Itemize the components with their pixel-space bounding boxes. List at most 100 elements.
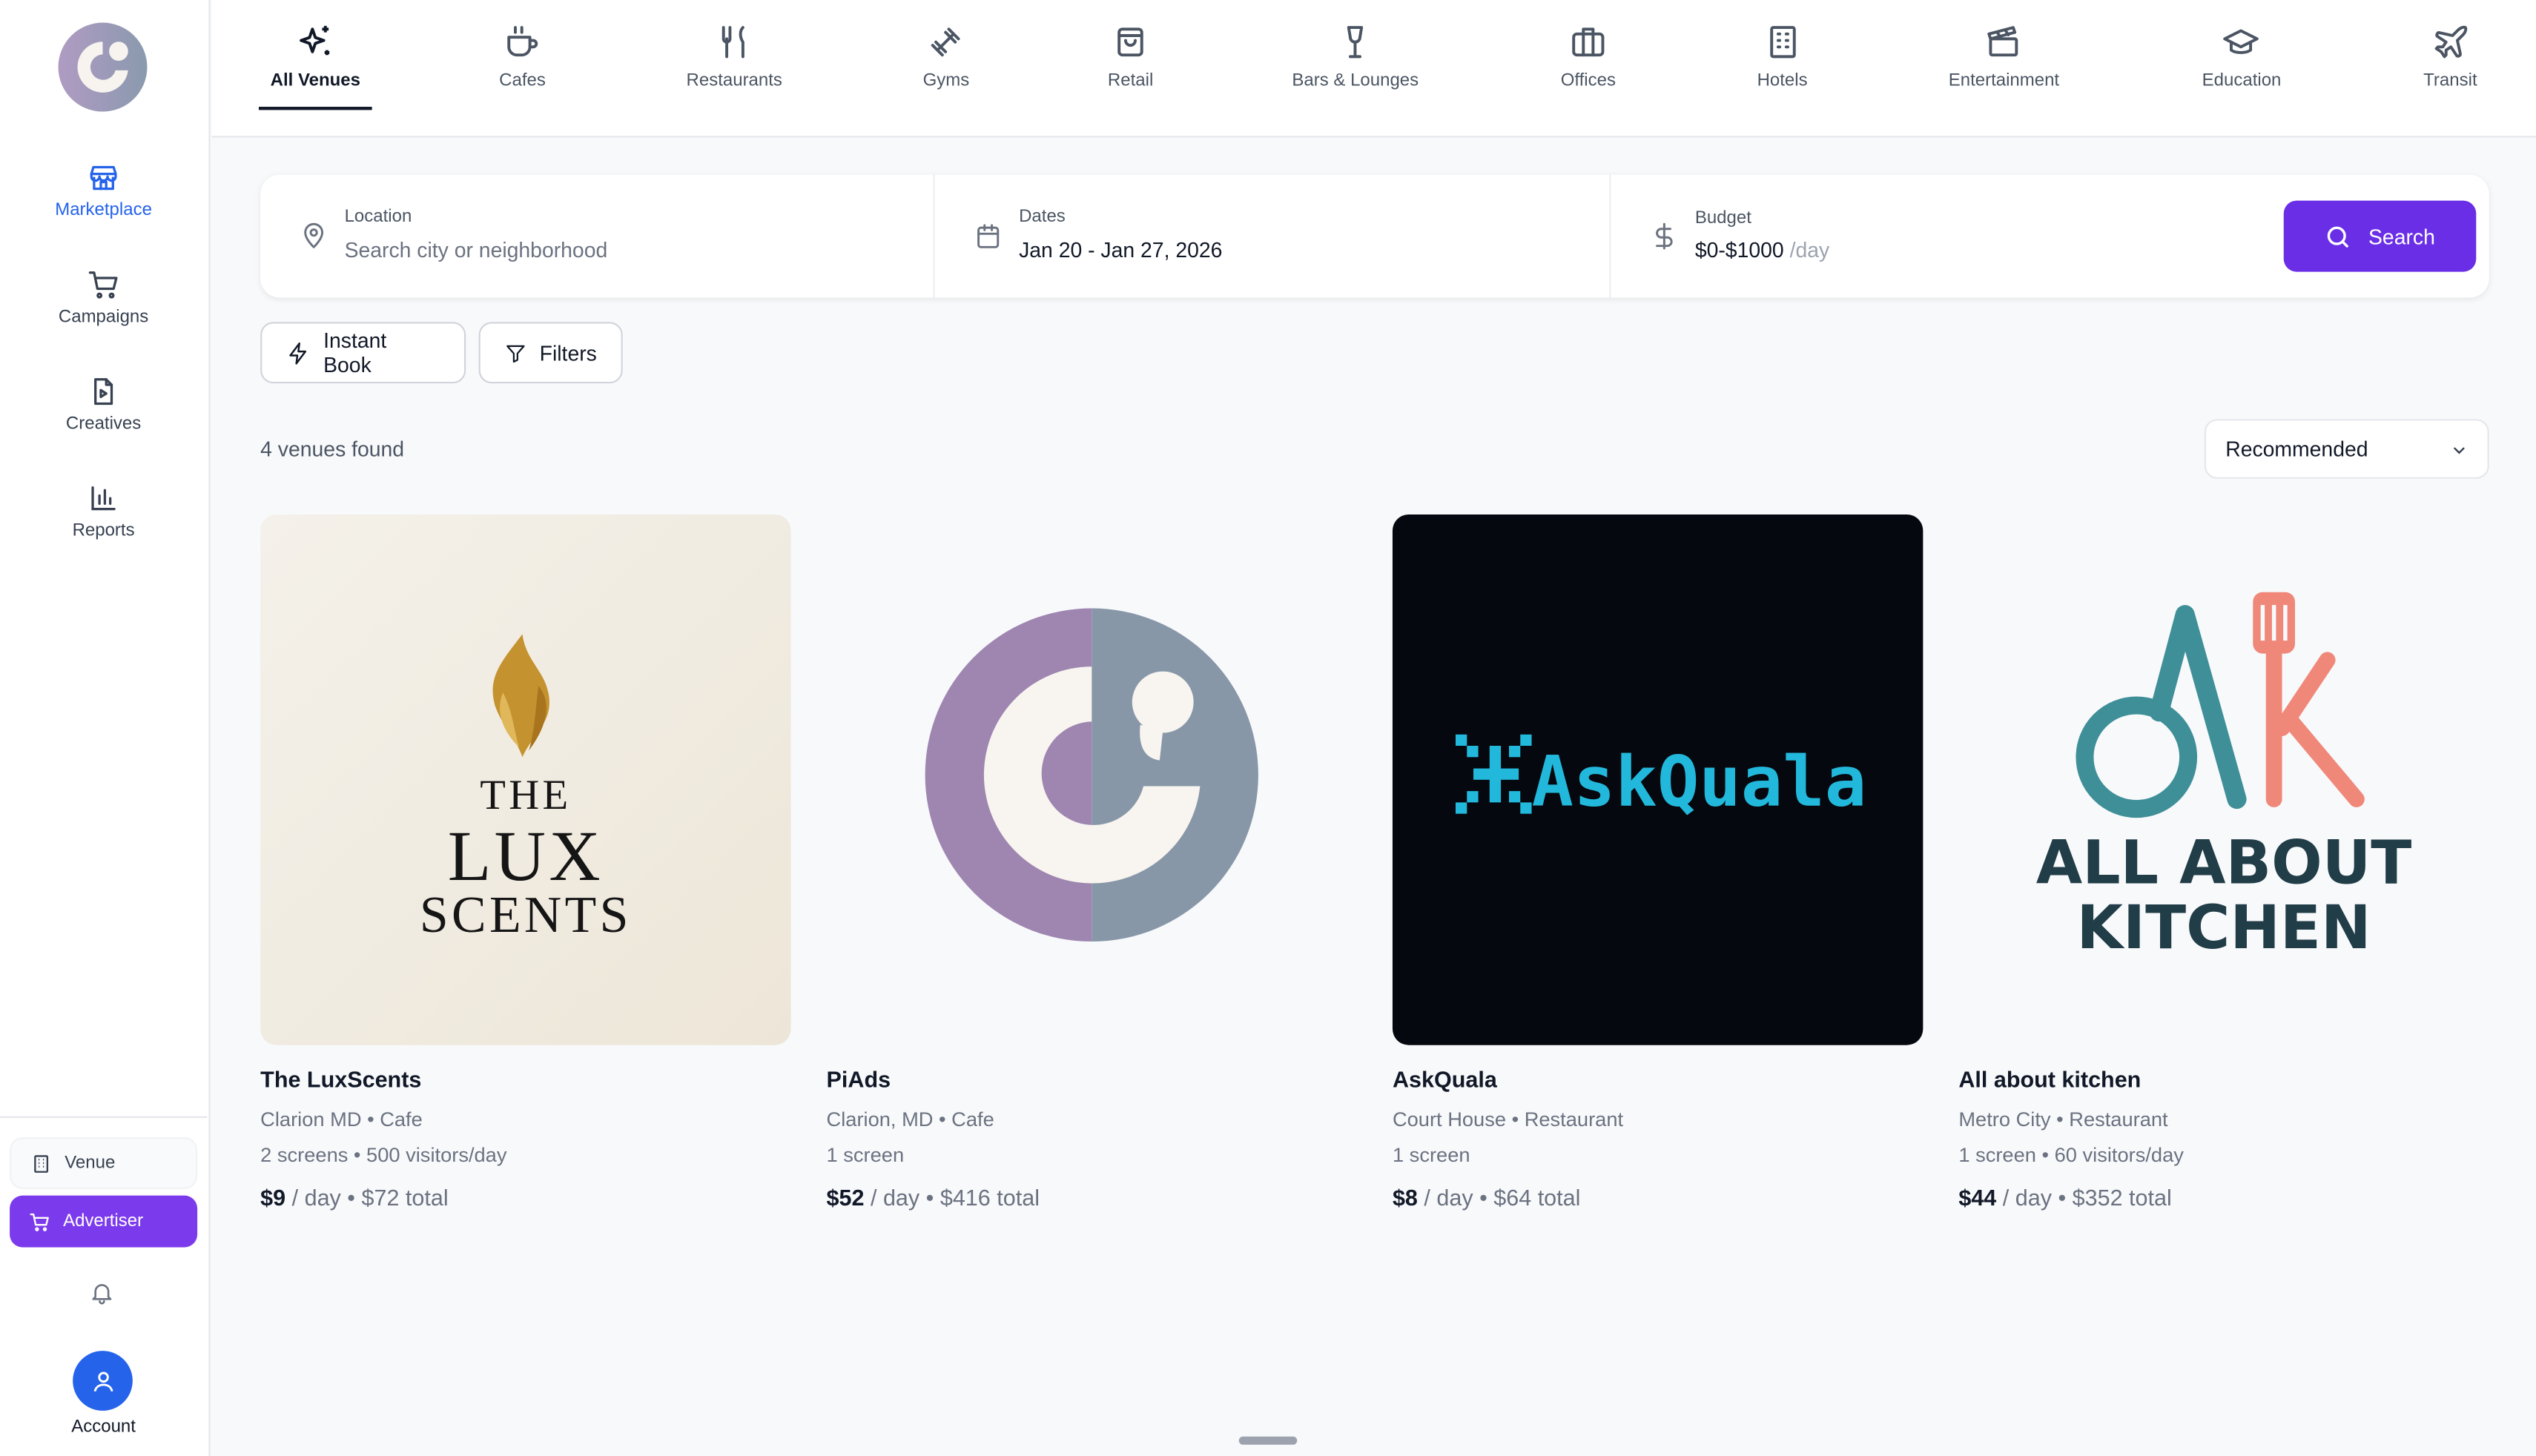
sidebar-item-marketplace[interactable]: Marketplace: [0, 162, 207, 220]
venue-location: Clarion MD • Cafe: [260, 1108, 423, 1131]
map-pin-icon: [304, 222, 324, 248]
building-icon: [1769, 26, 1795, 59]
all-about-kitchen-logo: ALL ABOUT KITCHEN: [2036, 592, 2412, 963]
tab-label: Cafes: [499, 71, 546, 91]
logo-text-line1: ALL ABOUT: [2036, 828, 2412, 898]
venue-name[interactable]: AskQuala: [1393, 1066, 1497, 1092]
location-input[interactable]: Search city or neighborhood: [345, 238, 608, 262]
search-button-label: Search: [2368, 224, 2435, 248]
logo-text-scents: SCENTS: [420, 887, 632, 944]
price-per-day: $44: [1958, 1184, 1997, 1211]
venue-name[interactable]: PiAds: [827, 1066, 891, 1092]
app-logo[interactable]: [58, 22, 148, 112]
tab-gyms[interactable]: Gyms: [922, 23, 970, 91]
tab-retail[interactable]: Retail: [1107, 23, 1154, 91]
account-label: Account: [71, 1417, 136, 1437]
venue-stats: 1 screen • 60 visitors/day: [1958, 1143, 2184, 1167]
venue-name[interactable]: All about kitchen: [1958, 1066, 2141, 1092]
luxscents-logo: THE LUX SCENTS: [420, 634, 632, 944]
price-suffix: / day • $416 total: [864, 1184, 1040, 1211]
tab-offices[interactable]: Offices: [1560, 23, 1616, 91]
tab-cafes[interactable]: Cafes: [499, 23, 546, 91]
tab-all-venues[interactable]: All Venues: [271, 23, 360, 90]
tab-label: Retail: [1107, 71, 1154, 91]
venue-image[interactable]: AskQuala: [1392, 514, 1924, 1045]
askquala-logo: AskQuala: [1456, 734, 1866, 823]
budget-field[interactable]: Budget $0-$1000 /day: [1611, 175, 2257, 298]
search-bar: Location Search city or neighborhood Dat…: [260, 174, 2489, 298]
filter-icon: [506, 344, 525, 362]
logo-text-the: THE: [480, 772, 571, 818]
tab-label: Offices: [1560, 71, 1616, 91]
calendar-icon: [977, 224, 1000, 248]
venue-stats: 1 screen: [1392, 1143, 1470, 1167]
piads-logo: [925, 608, 1258, 942]
sidebar-item-campaigns[interactable]: Campaigns: [0, 268, 207, 327]
coffee-cup-icon: [508, 26, 539, 57]
account-avatar[interactable]: [73, 1351, 133, 1411]
venue-role-button[interactable]: Venue: [10, 1137, 198, 1189]
wine-glass-icon: [1347, 26, 1364, 59]
tab-bars-lounges[interactable]: Bars & Lounges: [1292, 23, 1419, 91]
file-play-icon: [94, 378, 113, 406]
budget-value[interactable]: $0-$1000 /day: [1695, 238, 1829, 262]
venue-image[interactable]: [826, 514, 1357, 1045]
user-icon: [93, 1371, 113, 1392]
tab-label: Entertainment: [1948, 71, 2060, 91]
tab-hotels[interactable]: Hotels: [1757, 23, 1808, 90]
dates-value[interactable]: Jan 20 - Jan 27, 2026: [1019, 238, 1222, 262]
price-suffix: / day • $352 total: [1996, 1184, 2172, 1211]
instant-book-button[interactable]: Instant Book: [260, 322, 466, 384]
sidebar-item-label: Creatives: [65, 414, 142, 434]
bell-icon[interactable]: [89, 1280, 115, 1306]
venue-name[interactable]: The LuxScents: [260, 1066, 421, 1092]
tab-transit[interactable]: Transit: [2423, 23, 2477, 91]
tab-label: Gyms: [922, 71, 970, 91]
dates-label: Dates: [1019, 207, 1066, 227]
advertiser-role-button[interactable]: Advertiser: [10, 1195, 198, 1248]
tab-education[interactable]: Education: [2202, 23, 2282, 91]
venue-price: $52 / day • $416 total: [827, 1184, 1040, 1210]
price-per-day: $9: [260, 1184, 286, 1211]
scroll-handle[interactable]: [1238, 1436, 1298, 1445]
search-button[interactable]: Search: [2283, 200, 2477, 272]
sort-select[interactable]: Recommended: [2204, 419, 2489, 479]
tab-label: Transit: [2423, 71, 2477, 91]
venue-role-label: Venue: [65, 1153, 116, 1174]
venue-price: $9 / day • $72 total: [260, 1184, 448, 1210]
advertiser-role-label: Advertiser: [63, 1211, 144, 1231]
venue-image[interactable]: THE LUX SCENTS: [260, 514, 791, 1045]
store-icon: [90, 165, 117, 191]
sidebar-item-reports[interactable]: Reports: [0, 482, 207, 540]
venue-image[interactable]: ALL ABOUT KITCHEN: [1958, 514, 2489, 1045]
budget-label: Budget: [1694, 208, 1751, 228]
filters-button[interactable]: Filters: [478, 322, 623, 384]
graduation-cap-icon: [2224, 29, 2259, 54]
budget-unit: /day: [1789, 237, 1830, 262]
venue-price: $8 / day • $64 total: [1393, 1184, 1580, 1210]
venue-price: $44 / day • $352 total: [1958, 1184, 2171, 1210]
tab-label: Bars & Lounges: [1292, 71, 1419, 91]
venue-card[interactable]: AskQuala AskQuala Court House • Restaura…: [1392, 514, 1924, 1210]
building-icon: [34, 1154, 49, 1172]
dates-field[interactable]: Dates Jan 20 - Jan 27, 2026: [935, 175, 1610, 298]
tab-label: Education: [2202, 71, 2282, 91]
plane-icon: [2434, 25, 2467, 59]
chevron-down-icon: [2454, 447, 2465, 454]
active-tab-indicator: [258, 107, 372, 110]
sidebar-item-label: Campaigns: [58, 307, 149, 327]
sidebar-item-creatives[interactable]: Creatives: [0, 375, 207, 434]
location-field[interactable]: Location Search city or neighborhood: [260, 175, 933, 298]
location-label: Location: [344, 207, 412, 227]
shopping-bag-icon: [1117, 27, 1143, 57]
venue-card[interactable]: PiAds Clarion, MD • Cafe 1 screen $52 / …: [826, 514, 1357, 1210]
price-suffix: / day • $72 total: [285, 1184, 449, 1211]
venue-card[interactable]: THE LUX SCENTS The LuxScents Clarion MD …: [260, 514, 791, 1210]
logo-text-lux: LUX: [448, 816, 604, 896]
tab-entertainment[interactable]: Entertainment: [1948, 23, 2060, 91]
venue-card[interactable]: ALL ABOUT KITCHEN All about kitchen Metr…: [1958, 514, 2489, 1210]
tab-restaurants[interactable]: Restaurants: [687, 23, 782, 90]
budget-range: $0-$1000: [1694, 237, 1784, 262]
sort-value: Recommended: [2225, 437, 2368, 461]
logo-text-line2: KITCHEN: [2077, 893, 2371, 963]
